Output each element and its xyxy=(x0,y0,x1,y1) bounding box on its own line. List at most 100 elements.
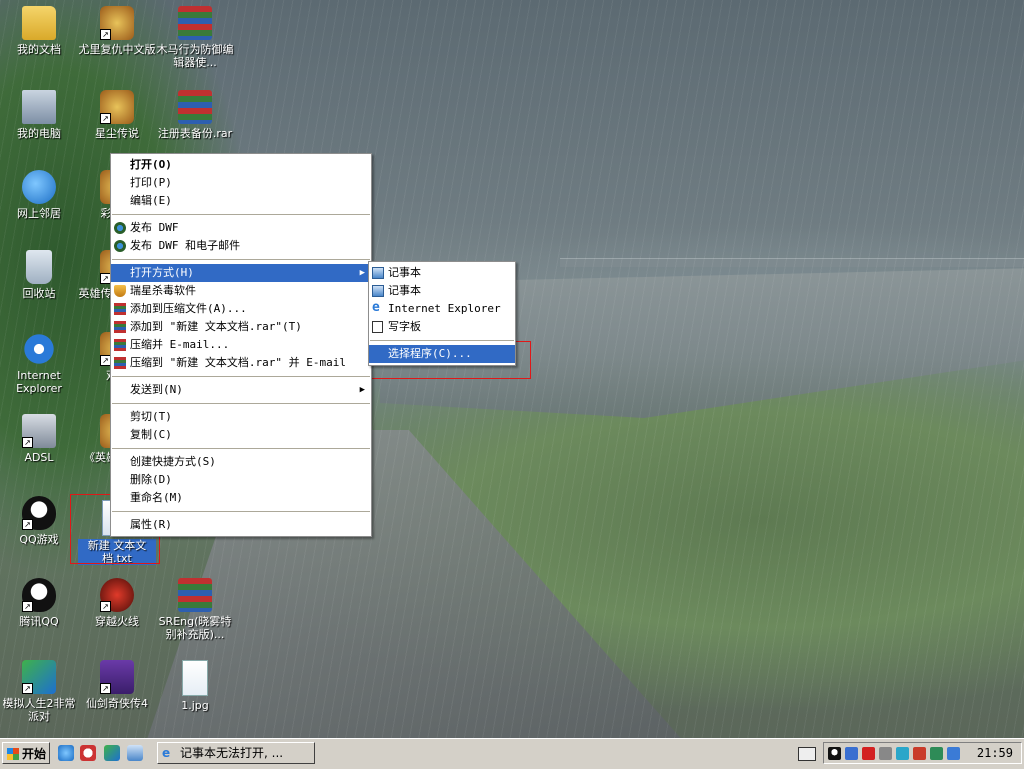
desktop-icon-crossfire[interactable]: ↗ 穿越火线 xyxy=(78,578,156,628)
menu-item-label: 打开(O) xyxy=(130,158,172,171)
winrar-icon xyxy=(114,357,126,369)
menu-separator xyxy=(112,403,370,404)
menu-item-copy[interactable]: 复制(C) xyxy=(111,426,371,444)
menu-item-label: 添加到压缩文件(A)... xyxy=(130,302,247,315)
desktop-icon-sreng[interactable]: SREng(晓雾特别补充版)... xyxy=(156,578,234,641)
volume-tray-icon[interactable] xyxy=(913,747,926,760)
shortcut-arrow-icon: ↗ xyxy=(22,437,33,448)
xianjian-game-icon: ↗ xyxy=(100,660,134,694)
desktop-icon-sims2[interactable]: ↗ 模拟人生2非常派对 xyxy=(0,660,78,723)
menu-item-add-to-rar[interactable]: 添加到 "新建 文本文档.rar"(T) xyxy=(111,318,371,336)
rar-archive-icon xyxy=(178,578,212,612)
internet-explorer-icon: e xyxy=(162,746,171,760)
menu-item-delete[interactable]: 删除(D) xyxy=(111,471,371,489)
menu-separator xyxy=(112,376,370,377)
menu-item-send-to[interactable]: 发送到(N) ▶ xyxy=(111,381,371,399)
antivirus-tray-icon[interactable] xyxy=(862,747,875,760)
menu-separator xyxy=(112,259,370,260)
shortcut-arrow-icon: ↗ xyxy=(22,519,33,530)
submenu-item-notepad[interactable]: 记事本 xyxy=(369,264,515,282)
icon-label: 我的电脑 xyxy=(17,127,61,140)
desktop-icon-trojan-editor[interactable]: 木马行为防御编辑器使... xyxy=(156,6,234,69)
qq-tray-icon[interactable] xyxy=(828,747,841,760)
submenu-item-notepad-2[interactable]: 记事本 xyxy=(369,282,515,300)
menu-item-label: 剪切(T) xyxy=(130,410,172,423)
qq-penguin-icon: ↗ xyxy=(22,578,56,612)
recycle-bin-icon xyxy=(26,250,52,284)
monitor-tray-icon[interactable] xyxy=(896,747,909,760)
menu-separator xyxy=(112,511,370,512)
menu-item-rename[interactable]: 重命名(M) xyxy=(111,489,371,507)
menu-item-compress-email[interactable]: 压缩并 E-mail... xyxy=(111,336,371,354)
submenu-item-choose-program[interactable]: 选择程序(C)... xyxy=(369,345,515,363)
desktop-icon-qq-game[interactable]: ↗ QQ游戏 xyxy=(0,496,78,546)
shield-tray-icon[interactable] xyxy=(947,747,960,760)
desktop-icon-1-jpg[interactable]: 1.jpg xyxy=(156,660,234,712)
menu-item-cut[interactable]: 剪切(T) xyxy=(111,408,371,426)
open-with-submenu: 记事本 记事本 e Internet Explorer 写字板 选择程序(C)..… xyxy=(368,261,516,366)
menu-item-print[interactable]: 打印(P) xyxy=(111,174,371,192)
context-menu: 打开(O) 打印(P) 编辑(E) 发布 DWF 发布 DWF 和电子邮件 打开… xyxy=(110,153,372,537)
menu-item-label: 发送到(N) xyxy=(130,383,183,396)
shortcut-arrow-icon: ↗ xyxy=(100,601,111,612)
rar-archive-icon xyxy=(178,90,212,124)
menu-item-open[interactable]: 打开(O) xyxy=(111,156,371,174)
icon-label: QQ游戏 xyxy=(19,533,59,546)
shortcut-arrow-icon: ↗ xyxy=(100,29,111,40)
menu-item-edit[interactable]: 编辑(E) xyxy=(111,192,371,210)
menu-item-compress-rar-email[interactable]: 压缩到 "新建 文本文档.rar" 并 E-mail xyxy=(111,354,371,372)
menu-separator xyxy=(370,340,514,341)
quicklaunch-ie-icon[interactable] xyxy=(58,745,74,761)
shortcut-arrow-icon: ↗ xyxy=(22,683,33,694)
desktop-icon-registry-backup[interactable]: 注册表备份.rar xyxy=(156,90,234,140)
umbrella-tray-icon[interactable] xyxy=(930,747,943,760)
submenu-arrow-icon: ▶ xyxy=(359,385,365,395)
desktop-icon-my-documents[interactable]: 我的文档 xyxy=(0,6,78,56)
menu-item-create-shortcut[interactable]: 创建快捷方式(S) xyxy=(111,453,371,471)
desktop-icon-recycle-bin[interactable]: 回收站 xyxy=(0,250,78,300)
system-tray: 21:59 xyxy=(823,742,1022,764)
icon-label: 穿越火线 xyxy=(95,615,139,628)
menu-item-properties[interactable]: 属性(R) xyxy=(111,516,371,534)
menu-item-label: 发布 DWF xyxy=(130,221,179,234)
shortcut-arrow-icon: ↗ xyxy=(100,113,111,124)
winrar-icon xyxy=(114,339,126,351)
image-file-icon xyxy=(182,660,208,696)
crossfire-icon: ↗ xyxy=(100,578,134,612)
icon-label: ADSL xyxy=(24,451,54,464)
desktop-icon-internet-explorer[interactable]: Internet Explorer xyxy=(0,332,78,395)
menu-item-open-with[interactable]: 打开方式(H) ▶ xyxy=(111,264,371,282)
desktop-icon-network[interactable]: 网上邻居 xyxy=(0,170,78,220)
cd-tray-icon[interactable] xyxy=(879,747,892,760)
quicklaunch-explorer-icon[interactable] xyxy=(127,745,143,761)
desktop-icon-tencent-qq[interactable]: ↗ 腾讯QQ xyxy=(0,578,78,628)
menu-item-publish-dwf[interactable]: 发布 DWF xyxy=(111,219,371,237)
taskbar-window-button[interactable]: e 记事本无法打开, ... xyxy=(157,742,315,764)
menu-item-label: 创建快捷方式(S) xyxy=(130,455,216,468)
desktop-icon-my-computer[interactable]: 我的电脑 xyxy=(0,90,78,140)
notepad-icon xyxy=(372,267,384,279)
desktop-icon-yuri-revenge[interactable]: ↗ 尤里复仇中文版 xyxy=(78,6,156,56)
network-tray-icon[interactable] xyxy=(845,747,858,760)
adsl-connection-icon: ↗ xyxy=(22,414,56,448)
start-button[interactable]: 开始 xyxy=(2,742,50,764)
menu-item-rising-antivirus[interactable]: 瑞星杀毒软件 xyxy=(111,282,371,300)
menu-item-add-to-archive[interactable]: 添加到压缩文件(A)... xyxy=(111,300,371,318)
wordpad-icon xyxy=(372,321,383,333)
folder-icon xyxy=(22,6,56,40)
task-label: 记事本无法打开, ... xyxy=(180,746,284,760)
menu-item-publish-dwf-email[interactable]: 发布 DWF 和电子邮件 xyxy=(111,237,371,255)
desktop-icon-xianjian4[interactable]: ↗ 仙剑奇侠传4 xyxy=(78,660,156,710)
submenu-item-internet-explorer[interactable]: e Internet Explorer xyxy=(369,300,515,318)
icon-label: 仙剑奇侠传4 xyxy=(86,697,148,710)
menu-item-label: 打印(P) xyxy=(130,176,172,189)
menu-item-label: 发布 DWF 和电子邮件 xyxy=(130,239,241,252)
clock: 21:59 xyxy=(976,746,1013,760)
menu-separator xyxy=(112,448,370,449)
quicklaunch-app-icon[interactable] xyxy=(80,745,96,761)
desktop-icon-stardust[interactable]: ↗ 星尘传说 xyxy=(78,90,156,140)
quicklaunch-desktop-icon[interactable] xyxy=(104,745,120,761)
desktop-icon-adsl[interactable]: ↗ ADSL xyxy=(0,414,78,464)
keyboard-icon[interactable] xyxy=(798,747,816,761)
submenu-item-wordpad[interactable]: 写字板 xyxy=(369,318,515,336)
